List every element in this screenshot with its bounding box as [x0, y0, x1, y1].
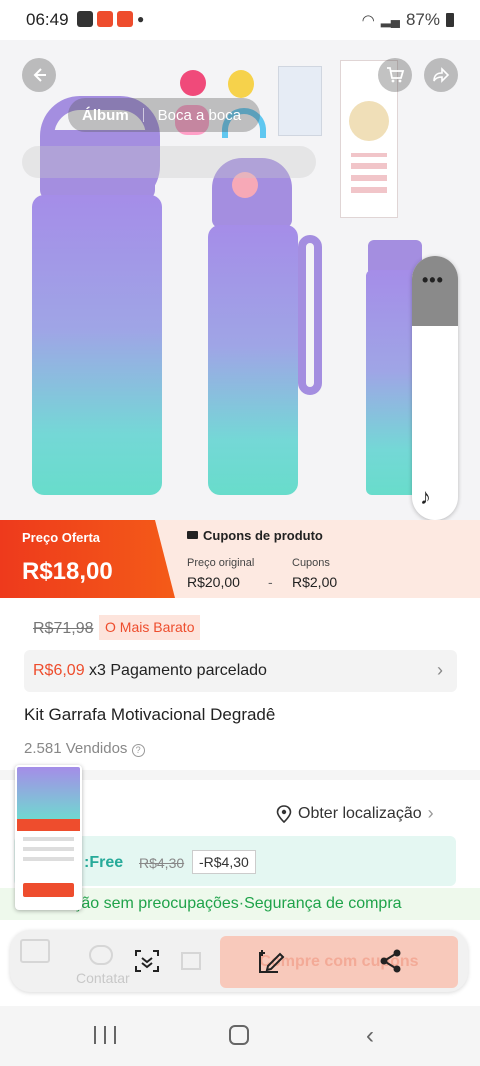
coupon-icon [187, 531, 198, 539]
scan-button[interactable] [130, 944, 164, 978]
sticker-sheet [278, 66, 322, 136]
edit-image-icon [259, 950, 285, 973]
scan-icon [135, 950, 159, 972]
back-nav-button[interactable]: ‹ [366, 1022, 374, 1050]
thumbnail-image [17, 767, 80, 819]
sold-count-text: 2.581 Vendidos [24, 740, 128, 757]
guarantee-text: olução sem preocupações·Segurança de com… [52, 895, 402, 912]
thumbnail-button [23, 883, 74, 897]
large-bottle [32, 195, 162, 495]
edit-screenshot-button[interactable] [254, 944, 288, 978]
chevron-right-icon: › [437, 660, 443, 680]
battery-icon [446, 13, 454, 27]
offer-label: Preço Oferta [22, 530, 101, 545]
old-shipping-price: R$4,30 [139, 855, 185, 871]
coupons-header[interactable]: Cupons de produto [187, 528, 323, 543]
floating-panel[interactable]: ••• ♪ [412, 256, 458, 520]
sticker-girl [228, 70, 254, 98]
bottom-action-bar: Contatar Compre com cupons [10, 930, 468, 992]
status-right: ◠ ▂▄ 87% [362, 10, 454, 30]
audio-icon[interactable]: ♪ [420, 484, 431, 510]
shipping-discount: -R$4,30 [192, 850, 256, 874]
share-screenshot-button[interactable] [374, 944, 408, 978]
offer-price-block: Preço Oferta R$18,00 [0, 520, 175, 598]
tab-album[interactable]: Álbum [68, 107, 143, 124]
chevron-right-icon: › [427, 803, 434, 823]
offer-price: R$18,00 [22, 558, 113, 585]
system-navigation-bar: ‹ [0, 1006, 480, 1066]
cart-icon [387, 67, 405, 83]
home-button[interactable] [229, 1025, 249, 1045]
coupons-label: Cupons [292, 557, 330, 569]
old-price: R$71,98 [33, 620, 94, 637]
minus-sign: - [268, 574, 273, 590]
price-banner: Preço Oferta R$18,00 Cupons de produto P… [0, 520, 480, 598]
screenshot-preview-thumbnail[interactable] [15, 765, 82, 910]
medium-bottle [208, 225, 298, 495]
shopee-icon [97, 11, 113, 27]
contact-label: Contatar [76, 970, 130, 986]
thumbnail-price-band [17, 819, 80, 831]
help-icon[interactable]: ? [131, 744, 145, 757]
back-arrow-icon [33, 68, 46, 82]
installment-text: R$6,09 x3 Pagamento parcelado [33, 662, 267, 680]
tab-reviews[interactable]: Boca a boca [144, 107, 255, 124]
floating-panel-header [412, 256, 458, 326]
more-notifications-icon: ● [137, 12, 145, 26]
installment-amount: R$6,09 [33, 662, 85, 679]
thumbnail-line [23, 837, 74, 841]
product-image[interactable]: Álbum Boca a boca [0, 40, 480, 520]
coupons-header-text: Cupons de produto [203, 528, 323, 543]
cheapest-badge: O Mais Barato [99, 615, 201, 640]
coupons-value: R$2,00 [292, 574, 338, 590]
status-bar: 06:49 ● ◠ ▂▄ 87% [0, 0, 480, 40]
location-label: Obter localização [298, 804, 422, 822]
recent-apps-button[interactable] [94, 1026, 116, 1044]
bottle-strap [298, 235, 322, 395]
original-price-label: Preço original [187, 557, 255, 569]
location-row[interactable]: Obter localização › [276, 803, 434, 824]
sticker-flower [180, 70, 206, 96]
share-arrow-icon [433, 67, 450, 83]
gallery-icon [77, 11, 93, 27]
media-tabs: Álbum Boca a boca [68, 98, 260, 132]
installment-label: x3 Pagamento parcelado [84, 662, 267, 679]
share-button[interactable] [424, 58, 458, 92]
battery-percent: 87% [405, 10, 440, 29]
notification-icons: ● [77, 11, 144, 27]
cart-button[interactable] [378, 58, 412, 92]
status-time: 06:49 [26, 10, 69, 29]
product-title: Kit Garrafa Motivacional Degradê [24, 705, 276, 724]
shopee-icon [117, 11, 133, 27]
add-to-cart-faded-icon[interactable] [174, 944, 208, 978]
search-bar-overlay [22, 146, 316, 178]
store-icon[interactable] [18, 934, 52, 968]
share-icon [380, 949, 401, 973]
wifi-icon: ◠ [361, 12, 375, 29]
free-shipping-label: :Free [84, 854, 124, 871]
screen: 06:49 ● ◠ ▂▄ 87% Álbum Boca a boca ••• ♪… [0, 0, 480, 1066]
original-price-value: R$20,00 [187, 574, 240, 590]
installment-row[interactable]: R$6,09 x3 Pagamento parcelado › [24, 650, 457, 692]
chat-icon[interactable] [84, 938, 118, 972]
signal-icon: ▂▄ [380, 12, 400, 27]
thumbnail-line [23, 847, 74, 851]
thumbnail-line [23, 857, 74, 861]
sold-count: 2.581 Vendidos ? [24, 740, 145, 757]
more-icon[interactable]: ••• [422, 270, 444, 291]
location-pin-icon [276, 804, 292, 823]
back-button[interactable] [22, 58, 56, 92]
